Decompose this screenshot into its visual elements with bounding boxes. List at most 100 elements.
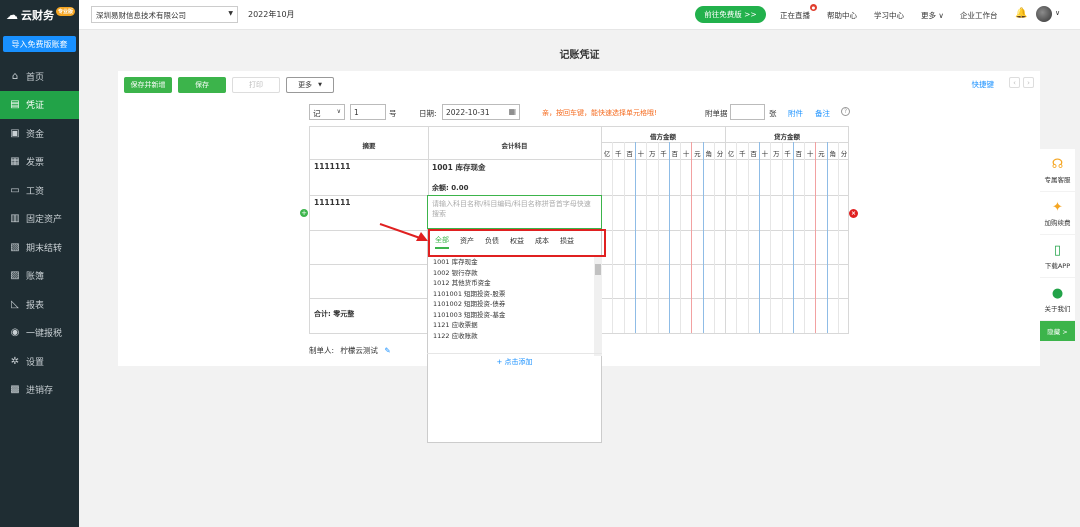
unit-divider (838, 142, 839, 333)
live-link[interactable]: 正在直播 (780, 10, 810, 21)
inventory-icon: ▩ (10, 384, 20, 396)
list-item[interactable]: 1122 应收账款 (427, 330, 593, 341)
date-input[interactable]: 2022-10-31 ▦ (442, 104, 520, 120)
unit-divider (646, 142, 648, 333)
row1-summary[interactable]: 1111111 (314, 162, 351, 171)
report-icon: ◺ (11, 298, 19, 310)
go-free-version-button[interactable]: 前往免费版 >> (695, 6, 766, 23)
accounting-period[interactable]: 2022年10月 (248, 9, 295, 20)
sidebar-item-11[interactable]: ▩ 进销存 (0, 376, 79, 405)
debit-unit-label: 万 (648, 150, 656, 158)
save-button[interactable]: 保存 (178, 77, 226, 93)
credit-unit-label: 分 (840, 150, 848, 158)
debit-unit-label: 千 (660, 150, 667, 158)
sidebar-item-2[interactable]: ▣ 资金 (0, 119, 79, 148)
list-item[interactable]: 1001 库存现金 (427, 256, 593, 267)
unit-divider (714, 142, 715, 333)
bell-icon[interactable]: 🔔 (1015, 8, 1027, 19)
float-item-3[interactable]: ● 关于我们 (1040, 278, 1075, 320)
prev-voucher-icon[interactable]: ‹ (1009, 77, 1020, 88)
scroll-thumb[interactable] (595, 264, 601, 275)
sidebar-item-label: 固定资产 (26, 215, 63, 226)
invoice-icon: ▦ (10, 156, 20, 168)
float-item-label: 关于我们 (1044, 304, 1071, 313)
list-item[interactable]: 1012 其他货币资金 (427, 277, 593, 288)
unit-divider (623, 142, 625, 333)
unit-divider (815, 142, 817, 333)
sidebar-item-4[interactable]: ▭ 工资 (0, 176, 79, 205)
add-row-icon[interactable]: + (300, 209, 308, 217)
sidebar-item-6[interactable]: ▧ 期末结转 (0, 233, 79, 262)
sidebar-item-label: 首页 (26, 72, 45, 83)
list-item[interactable]: 1101003 短期投资-基金 (427, 309, 593, 320)
more-select[interactable]: 更多 ▼ (286, 77, 334, 93)
more-label: 更多 (298, 81, 313, 89)
unit-divider (747, 142, 749, 333)
enterprise-workbench-link[interactable]: 企业工作台 (960, 10, 998, 21)
list-item[interactable]: 1101001 短期投资-股票 (427, 288, 593, 299)
row1-account[interactable]: 1001 库存现金 (432, 162, 486, 173)
print-button[interactable]: 打印 (232, 77, 280, 93)
voucher-panel: 保存并新增 保存 打印 更多 ▼ 快捷键 ‹ › 记 ∨ 1 号 日期: 202… (118, 71, 1040, 443)
row2-summary[interactable]: 1111111 (314, 198, 351, 207)
debit-unit-label: 亿 (603, 150, 611, 158)
voucher-number-input[interactable]: 1 (350, 104, 386, 120)
debit-unit-label: 十 (682, 150, 690, 158)
unit-divider (826, 142, 828, 333)
next-voucher-icon[interactable]: › (1023, 77, 1034, 88)
add-account-link[interactable]: + 点击添加 (427, 353, 602, 370)
attachment-count-input[interactable] (730, 104, 765, 120)
chevron-down-icon[interactable]: ∨ (1055, 9, 1060, 17)
float-item-0[interactable]: ☊ 专属客服 (1040, 149, 1075, 191)
help-icon[interactable]: ? (841, 107, 850, 116)
float-item-label: 加购续费 (1044, 218, 1071, 227)
credit-unit-label: 亿 (727, 150, 735, 158)
sidebar-item-9[interactable]: ◉ 一键报税 (0, 319, 79, 348)
company-select[interactable]: 深圳易财信息技术有限公司 ▼ (91, 6, 238, 23)
delete-row-icon[interactable]: × (849, 209, 858, 218)
shortcut-keys-link[interactable]: 快捷键 (972, 79, 995, 90)
chevron-down-icon: ∨ (336, 108, 341, 115)
row1-balance: 余额: 0.00 (432, 184, 469, 192)
tax-icon: ◉ (10, 327, 20, 339)
sidebar-item-3[interactable]: ▦ 发票 (0, 148, 79, 177)
sidebar-item-1[interactable]: ▤ 凭证 (0, 90, 79, 119)
chevron-down-icon: ▼ (228, 10, 233, 17)
unit-divider (680, 142, 682, 333)
list-item[interactable]: 1121 应收票据 (427, 319, 593, 330)
debit-unit-label: 百 (626, 150, 633, 158)
float-item-1[interactable]: ✦ 加购续费 (1040, 192, 1075, 234)
sidebar-item-5[interactable]: ▥ 固定资产 (0, 205, 79, 234)
help-center-link[interactable]: 帮助中心 (827, 10, 857, 21)
list-item[interactable]: 1101002 短期投资-债券 (427, 298, 593, 309)
sidebar-item-0[interactable]: ⌂ 首页 (0, 62, 79, 91)
learning-center-link[interactable]: 学习中心 (874, 10, 904, 21)
import-free-account-button[interactable]: 导入免费版账套 (3, 36, 76, 52)
voucher-number-value: 1 (354, 108, 359, 117)
sidebar-item-label: 账簿 (26, 272, 45, 283)
wechat-icon: ● (1051, 285, 1064, 301)
sidebar-item-7[interactable]: ▨ 账簿 (0, 262, 79, 291)
more-menu[interactable]: 更多 ∨ (921, 10, 944, 21)
save-and-new-button[interactable]: 保存并新增 (124, 77, 172, 93)
sidebar-item-8[interactable]: ◺ 报表 (0, 290, 79, 319)
logo[interactable]: ☁ 云财务 专业版 (0, 0, 79, 30)
calendar-icon[interactable]: ▦ (508, 107, 516, 116)
dropdown-scrollbar[interactable] (594, 256, 602, 356)
remark-link[interactable]: 备注 (815, 108, 830, 119)
hide-panel-button[interactable]: 隐藏 > (1040, 321, 1075, 341)
maker-label: 制单人: (309, 346, 335, 355)
edit-icon[interactable]: ✎ (384, 346, 390, 355)
account-search-input[interactable]: 请输入科目名称/科目编码/科目名称拼音首字母快速搜索 (427, 195, 602, 229)
page-title: 记账凭证 (559, 50, 600, 61)
sidebar-item-10[interactable]: ✲ 设置 (0, 347, 79, 376)
attachment-link[interactable]: 附件 (788, 108, 803, 119)
debit-unit-label: 百 (671, 150, 679, 158)
avatar[interactable] (1036, 6, 1052, 22)
unit-divider (657, 142, 659, 333)
account-header: 会计科目 (501, 142, 528, 150)
voucher-type-value: 记 (313, 109, 321, 118)
float-item-2[interactable]: ▯ 下载APP (1040, 235, 1075, 277)
voucher-type-select[interactable]: 记 ∨ (309, 104, 345, 120)
list-item[interactable]: 1002 银行存款 (427, 267, 593, 278)
